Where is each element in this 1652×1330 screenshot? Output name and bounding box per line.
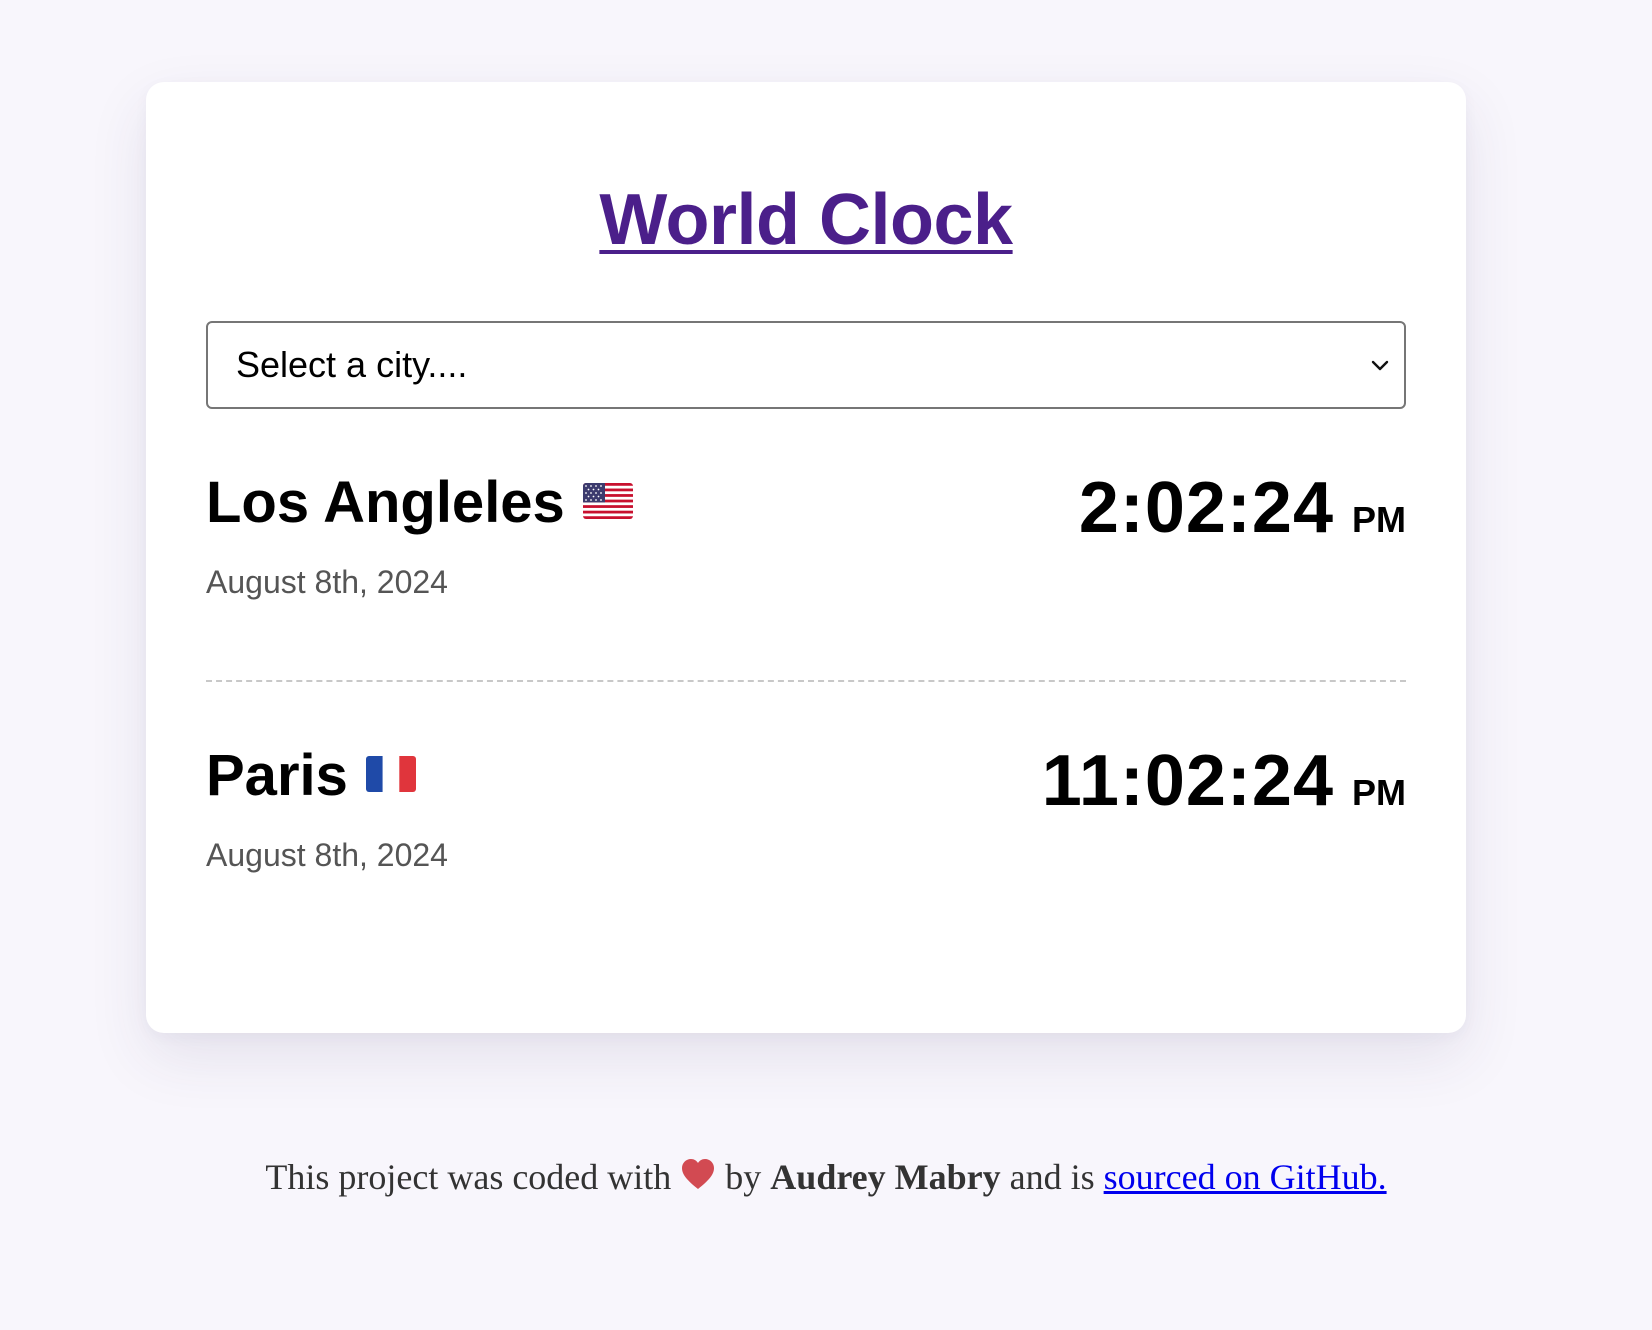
city-date: August 8th, 2024 xyxy=(206,837,448,873)
city-date: August 8th, 2024 xyxy=(206,564,448,600)
time-value: 2:02:24 xyxy=(1078,468,1334,548)
github-link[interactable]: sourced on GitHub. xyxy=(1104,1157,1387,1197)
author-name: Audrey Mabry xyxy=(770,1157,1001,1197)
city-name: Los Angleles xyxy=(206,474,633,532)
time-value: 11:02:24 xyxy=(1041,741,1334,821)
city-time: 2:02:24 PM xyxy=(1079,472,1406,544)
city-time: 11:02:24 PM xyxy=(1042,745,1406,817)
footer-prefix: This project was coded with xyxy=(265,1157,672,1197)
footer-by: by xyxy=(725,1157,762,1197)
divider xyxy=(206,680,1406,682)
heart-icon xyxy=(682,1159,715,1189)
page-title: World Clock xyxy=(146,184,1466,256)
us-flag-icon xyxy=(582,482,633,519)
city-row-paris: Paris August 8th, 2024 11:02:24 PM xyxy=(206,745,1406,907)
city-name-label: Los Angleles xyxy=(206,470,565,535)
world-clock-card: World Clock Select a city.... Los Anglel… xyxy=(146,82,1466,1033)
city-name-label: Paris xyxy=(206,743,348,808)
title-link[interactable]: World Clock xyxy=(599,180,1013,260)
footer: This project was coded with by Audrey Ma… xyxy=(0,1156,1652,1198)
chevron-down-icon xyxy=(1371,360,1389,371)
city-select-value: Select a city.... xyxy=(236,344,468,385)
city-name: Paris xyxy=(206,747,416,805)
city-row-los-angeles: Los Angleles August 8th, 2024 2:02:24 PM xyxy=(206,472,1406,634)
fr-flag-icon xyxy=(365,755,416,792)
city-select[interactable]: Select a city.... xyxy=(206,321,1406,409)
footer-middle: and is xyxy=(1009,1157,1095,1197)
am-pm-label: PM xyxy=(1352,499,1406,540)
am-pm-label: PM xyxy=(1352,772,1406,813)
